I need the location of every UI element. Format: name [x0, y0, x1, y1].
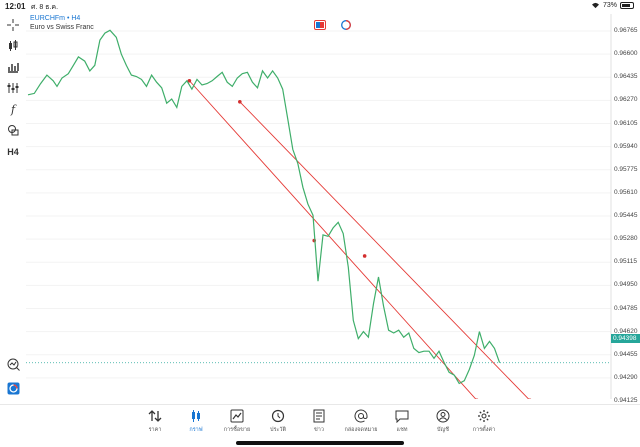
y-tick-label: 0.95940: [614, 142, 638, 150]
channel-anchor-point: [362, 254, 367, 258]
status-time: 12:01: [5, 2, 26, 11]
battery-icon: [620, 2, 634, 9]
trade-icon: [230, 409, 244, 423]
y-tick-label: 0.96105: [614, 119, 638, 127]
nav-chat[interactable]: แชท: [381, 409, 423, 439]
indicators-icon[interactable]: [5, 81, 21, 95]
current-price-label: 0.94398: [611, 334, 640, 343]
y-tick-label: 0.95280: [614, 235, 638, 243]
nav-label: ประวัติ: [269, 427, 287, 433]
status-right: 73%: [591, 2, 634, 9]
candlestick-icon[interactable]: [5, 39, 21, 53]
series-line: [27, 29, 501, 385]
broker-logo-icon[interactable]: [5, 381, 21, 395]
channel-anchor-point: [238, 99, 242, 104]
y-tick-label: 0.95115: [614, 258, 638, 266]
battery-percent: 73%: [602, 2, 617, 9]
y-tick-label: 0.96435: [614, 73, 638, 81]
status-bar: 12:01 ศ. 8 ธ.ค. 73%: [0, 0, 640, 14]
nav-history[interactable]: ประวัติ: [257, 409, 299, 439]
nav-label: การซื้อขาย: [223, 427, 251, 433]
price-chart[interactable]: [26, 14, 640, 399]
chart-grid: [26, 14, 612, 399]
function-icon[interactable]: f: [5, 102, 21, 116]
chart-icon: [192, 410, 200, 422]
objects-icon[interactable]: [5, 123, 21, 137]
channel-line: [189, 80, 477, 399]
zoom-chart-icon[interactable]: [5, 357, 21, 371]
chat-icon: [395, 410, 409, 423]
nav-chart[interactable]: กราฟ: [175, 409, 217, 439]
nav-label: กราฟ: [189, 427, 203, 433]
y-tick-label: 0.94785: [614, 304, 638, 312]
y-tick-label: 0.96600: [614, 50, 638, 58]
y-tick-label: 0.95775: [614, 165, 638, 173]
y-tick-label: 0.95445: [614, 212, 638, 219]
nav-label: การตั้งค่า: [472, 427, 496, 433]
wifi-icon: [591, 2, 599, 9]
nav-label: กล่องจดหมาย: [344, 427, 378, 433]
nav-account[interactable]: บัญชี: [422, 409, 464, 439]
home-indicator: [236, 441, 404, 445]
settings-icon: [478, 410, 490, 422]
nav-label: ราคา: [148, 427, 162, 433]
y-tick-label: 0.96270: [614, 96, 638, 104]
left-toolbar: f H4: [0, 14, 26, 399]
nav-label: แชท: [396, 427, 408, 433]
account-icon: [436, 409, 450, 423]
y-tick-label: 0.96765: [614, 27, 638, 34]
y-tick-label: 0.94950: [614, 281, 638, 289]
crosshair-icon[interactable]: [5, 18, 21, 32]
y-tick-label: 0.94290: [614, 373, 638, 381]
bar-chart-icon[interactable]: [5, 60, 21, 74]
nav-label: บัญชี: [437, 427, 449, 433]
mailbox-icon: [354, 409, 368, 423]
nav-label: ข่าว: [314, 427, 324, 433]
y-tick-label: 0.95610: [614, 188, 638, 196]
nav-settings[interactable]: การตั้งค่า: [463, 409, 505, 439]
status-date: ศ. 8 ธ.ค.: [31, 4, 59, 11]
y-tick-label: 0.94125: [614, 397, 638, 404]
history-icon: [271, 409, 285, 423]
timeframe-icon[interactable]: H4: [5, 145, 21, 159]
quotes-icon: [148, 410, 162, 422]
nav-mailbox[interactable]: กล่องจดหมาย: [340, 409, 382, 439]
nav-trade[interactable]: การซื้อขาย: [216, 409, 258, 439]
nav-quotes[interactable]: ราคา: [134, 409, 176, 439]
nav-news[interactable]: ข่าว: [298, 409, 340, 439]
y-tick-label: 0.94455: [614, 350, 638, 358]
price-series: [27, 29, 501, 385]
news-icon: [313, 409, 325, 423]
